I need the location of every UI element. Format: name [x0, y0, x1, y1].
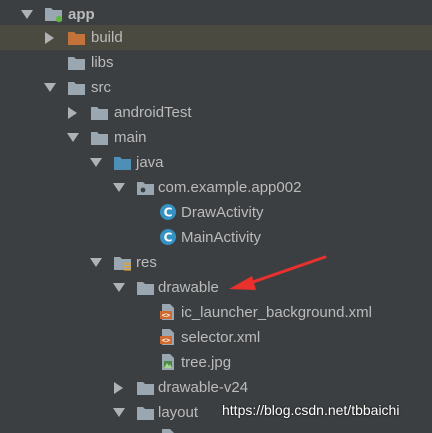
chevron-down-icon[interactable] [112, 406, 126, 420]
tree-item-drawable[interactable]: drawable [0, 275, 432, 300]
tree-item-label: layout [158, 404, 199, 421]
tree-item-label: DrawActivity [181, 204, 264, 221]
watermark-text: https://blog.csdn.net/tbbaichi [222, 402, 400, 418]
xml-file-icon: <> [159, 328, 177, 346]
excluded-folder-icon [67, 29, 85, 47]
folder-icon [90, 104, 108, 122]
project-tree: app build libs src androidTest main java… [0, 0, 432, 433]
folder-icon [136, 379, 154, 397]
tree-item-label: build [91, 29, 123, 46]
tree-item-res[interactable]: res [0, 250, 432, 275]
tree-item-label: libs [91, 54, 114, 71]
tree-item-java[interactable]: java [0, 150, 432, 175]
tree-item-label: res [136, 254, 157, 271]
chevron-right-icon[interactable] [66, 106, 80, 120]
xml-file-icon [159, 428, 177, 433]
folder-icon [136, 404, 154, 422]
class-icon: C [159, 203, 177, 221]
resource-folder-icon [113, 254, 131, 272]
tree-item-app[interactable]: app [0, 2, 432, 27]
package-icon [136, 179, 154, 197]
tree-item-label: androidTest [114, 104, 192, 121]
tree-item-tree-jpg[interactable]: tree.jpg [0, 350, 432, 375]
tree-item-label: selector.xml [181, 329, 261, 346]
tree-item-libs[interactable]: libs [0, 50, 432, 75]
folder-icon [67, 79, 85, 97]
tree-item-partial [0, 425, 432, 433]
tree-item-label: drawable [158, 279, 219, 296]
tree-item-main[interactable]: main [0, 125, 432, 150]
tree-item-label: java [136, 154, 164, 171]
source-folder-icon [113, 154, 131, 172]
chevron-down-icon[interactable] [20, 8, 34, 22]
tree-item-mainactivity[interactable]: C MainActivity [0, 225, 432, 250]
chevron-right-icon[interactable] [112, 381, 126, 395]
chevron-down-icon[interactable] [112, 181, 126, 195]
svg-text:C: C [164, 231, 173, 245]
tree-item-build[interactable]: build [0, 25, 432, 50]
tree-item-package[interactable]: com.example.app002 [0, 175, 432, 200]
chevron-down-icon[interactable] [43, 81, 57, 95]
svg-text:C: C [164, 206, 173, 220]
tree-item-drawactivity[interactable]: C DrawActivity [0, 200, 432, 225]
folder-icon [90, 129, 108, 147]
tree-item-label: app [68, 6, 95, 23]
svg-text:<>: <> [162, 312, 170, 320]
image-file-icon [159, 353, 177, 371]
chevron-down-icon[interactable] [112, 281, 126, 295]
tree-item-label: MainActivity [181, 229, 262, 246]
tree-item-selector[interactable]: <> selector.xml [0, 325, 432, 350]
folder-icon [67, 54, 85, 72]
tree-item-ic-launcher-background[interactable]: <> ic_launcher_background.xml [0, 300, 432, 325]
chevron-down-icon[interactable] [89, 156, 103, 170]
chevron-right-icon[interactable] [43, 31, 57, 45]
folder-icon [136, 279, 154, 297]
module-folder-icon [44, 5, 63, 23]
svg-text:<>: <> [162, 337, 170, 345]
tree-item-label: tree.jpg [181, 354, 232, 371]
xml-file-icon: <> [159, 303, 177, 321]
tree-item-label: com.example.app002 [158, 179, 302, 196]
chevron-down-icon[interactable] [66, 131, 80, 145]
tree-item-label: src [91, 79, 111, 96]
tree-item-drawable-v24[interactable]: drawable-v24 [0, 375, 432, 400]
chevron-down-icon[interactable] [89, 256, 103, 270]
tree-item-label: main [114, 129, 147, 146]
tree-item-androidtest[interactable]: androidTest [0, 100, 432, 125]
tree-item-src[interactable]: src [0, 75, 432, 100]
tree-item-label: drawable-v24 [158, 379, 249, 396]
class-icon: C [159, 228, 177, 246]
tree-item-label: ic_launcher_background.xml [181, 304, 372, 321]
